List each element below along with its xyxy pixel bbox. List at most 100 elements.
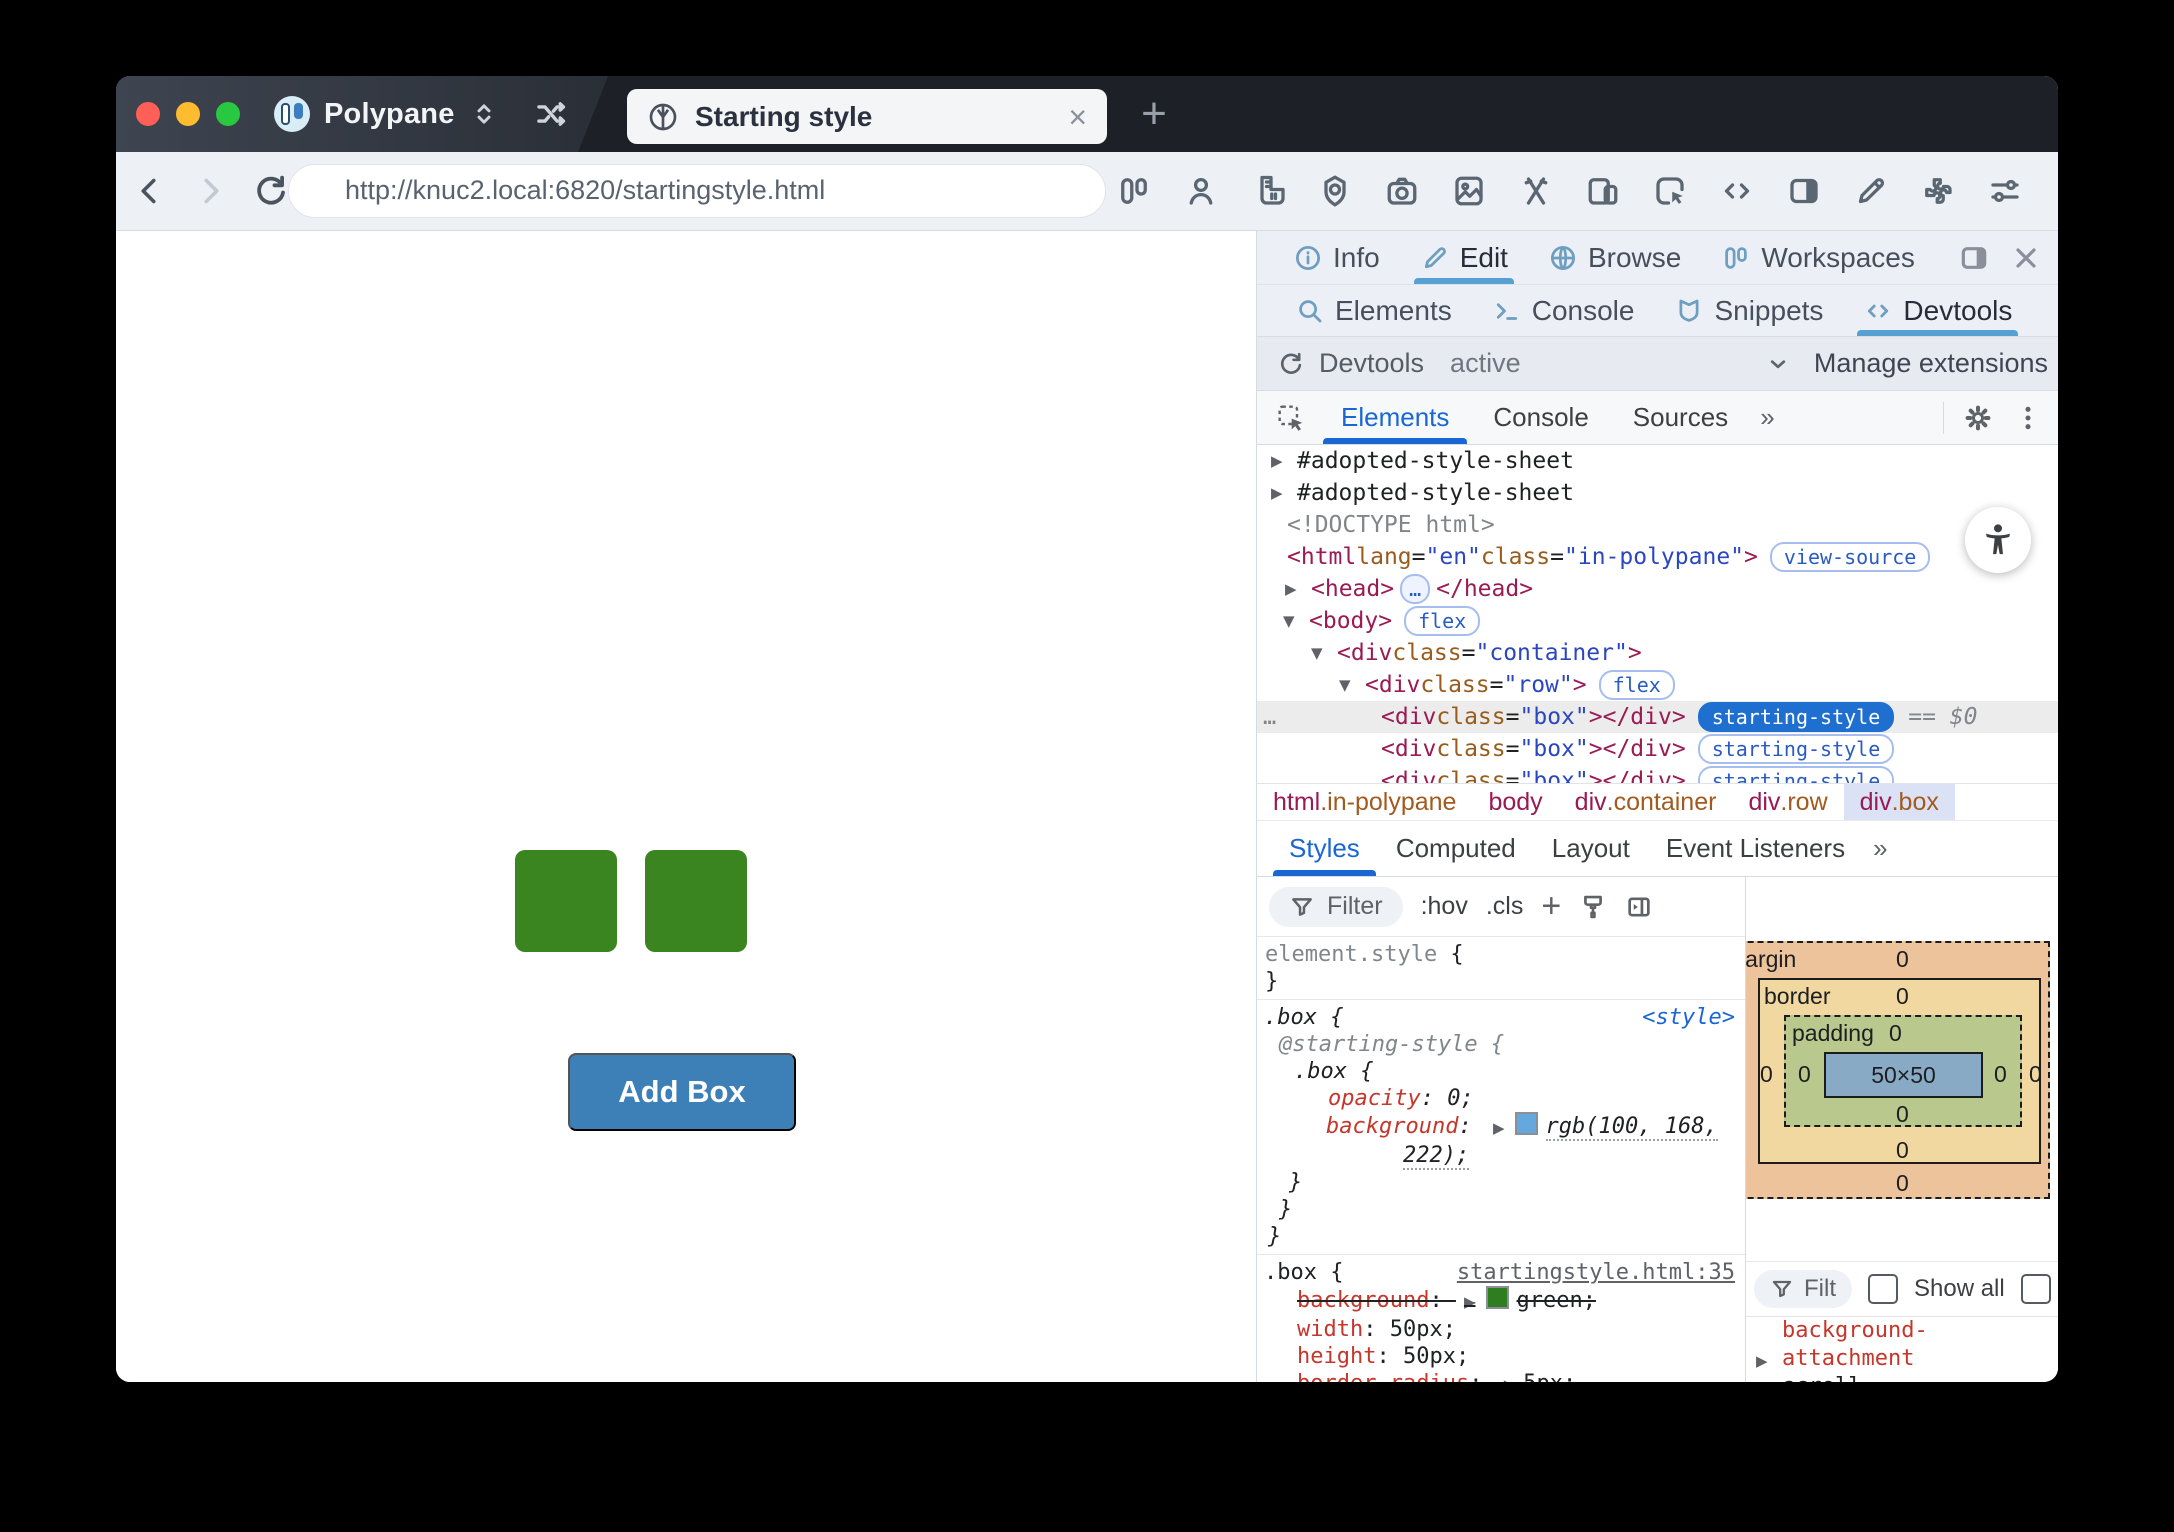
more-tabs-button[interactable]: » xyxy=(1750,402,1784,433)
dom-tree-row[interactable]: ▼<body>flex xyxy=(1257,605,2058,637)
breadcrumb-item[interactable]: div.row xyxy=(1732,784,1843,820)
style-declaration[interactable]: @starting-style { xyxy=(1257,1031,1745,1058)
panel-toggle-icon[interactable] xyxy=(1958,242,1990,274)
expand-arrow-icon[interactable]: ▼ xyxy=(1339,676,1365,694)
badge[interactable]: starting-style xyxy=(1698,734,1895,764)
dom-tree-row[interactable]: <div class="box"></div>starting-style xyxy=(1257,733,2058,765)
expand-arrow-icon[interactable]: ▶ xyxy=(1756,1347,1768,1375)
sidebar-toggle-icon[interactable] xyxy=(1625,893,1653,921)
ruler-icon[interactable] xyxy=(1250,173,1286,209)
show-all-checkbox[interactable] xyxy=(1868,1274,1898,1304)
dom-tree-row[interactable]: ▼<div class="container"> xyxy=(1257,637,2058,669)
back-icon[interactable] xyxy=(132,173,168,209)
expand-arrow-icon[interactable]: ▶ xyxy=(1271,452,1297,470)
close-panel-icon[interactable] xyxy=(2010,242,2042,274)
group-checkbox[interactable] xyxy=(2021,1274,2051,1304)
style-declaration[interactable]: } xyxy=(1257,1196,1745,1223)
panes-icon[interactable] xyxy=(1116,173,1152,209)
expand-arrow-icon[interactable]: ▼ xyxy=(1283,612,1309,630)
badge[interactable]: view-source xyxy=(1770,542,1930,572)
style-declaration[interactable]: } xyxy=(1257,1223,1745,1250)
inspect-pointer-icon[interactable] xyxy=(1652,173,1688,209)
kebab-menu-icon[interactable] xyxy=(2012,402,2044,434)
box-rule[interactable]: .box {startingstyle.html:35background: ▶… xyxy=(1257,1255,1745,1382)
breadcrumb-item[interactable]: html.in-polypane xyxy=(1257,784,1472,820)
dom-tree-row[interactable]: ▶<head>…</head> xyxy=(1257,573,2058,605)
tab-devtools[interactable]: Devtools xyxy=(1849,285,2026,336)
computed-property[interactable]: ▶ background-attachment scroll xyxy=(1746,1317,2058,1382)
new-rule-button[interactable]: + xyxy=(1541,887,1561,926)
badge[interactable]: … xyxy=(1400,574,1430,604)
tab-computed[interactable]: Computed xyxy=(1378,821,1534,876)
tab-elements[interactable]: Elements xyxy=(1281,285,1466,336)
dom-tree-row[interactable]: ▶#adopted-style-sheet xyxy=(1257,477,2058,509)
class-toggle-button[interactable]: .cls xyxy=(1486,892,1524,921)
box-model-diagram[interactable]: 50×50 margin 0 border 0 padding 0 0 0 0 … xyxy=(1746,941,2058,1203)
style-declaration[interactable]: width: 50px; xyxy=(1257,1316,1745,1343)
badge[interactable]: flex xyxy=(1404,606,1480,636)
tab-console[interactable]: Console xyxy=(1478,285,1649,336)
expand-arrow-icon[interactable]: ▼ xyxy=(1311,644,1337,662)
rule-source-link[interactable]: startingstyle.html:35 xyxy=(1457,1259,1735,1286)
style-declaration[interactable]: .box { xyxy=(1257,1058,1745,1085)
style-declaration[interactable]: .box {<style> xyxy=(1257,1004,1745,1031)
hover-state-button[interactable]: :hov xyxy=(1421,892,1468,921)
styles-filter-input[interactable]: Filter xyxy=(1269,887,1403,927)
style-declaration[interactable]: border-radius: ▶5px; xyxy=(1257,1370,1745,1382)
breadcrumb-item[interactable]: div.box xyxy=(1844,784,1955,820)
gear-icon[interactable] xyxy=(1962,402,1994,434)
starting-style-rule[interactable]: .box {<style>@starting-style {.box {opac… xyxy=(1257,1000,1745,1255)
style-declaration[interactable]: height: 50px; xyxy=(1257,1343,1745,1370)
tab-event-listeners[interactable]: Event Listeners xyxy=(1648,821,1863,876)
window-controls[interactable] xyxy=(136,102,240,126)
tab-edit[interactable]: Edit xyxy=(1406,231,1522,284)
element-style-rule[interactable]: element.style {} xyxy=(1257,937,1745,1000)
puzzle-icon[interactable] xyxy=(1920,173,1956,209)
style-declaration[interactable]: background: ▶green; xyxy=(1257,1286,1745,1316)
style-declaration[interactable]: } xyxy=(1257,968,1745,995)
dom-tree-row[interactable]: <div class="box"></div>starting-style xyxy=(1257,765,2058,783)
tab-close-icon[interactable]: × xyxy=(1068,102,1087,132)
panel-right-icon[interactable] xyxy=(1786,173,1822,209)
expand-arrow-icon[interactable]: ▶ xyxy=(1271,484,1297,502)
user-icon[interactable] xyxy=(1183,173,1219,209)
image-icon[interactable] xyxy=(1451,173,1487,209)
shuffle-icon[interactable] xyxy=(531,97,571,131)
minimize-window-button[interactable] xyxy=(176,102,200,126)
tab-layout[interactable]: Layout xyxy=(1534,821,1648,876)
computed-filter-input[interactable]: Filt xyxy=(1754,1270,1852,1308)
dom-tree-row[interactable]: <!DOCTYPE html> xyxy=(1257,509,2058,541)
add-box-button[interactable]: Add Box xyxy=(568,1053,796,1131)
devtools-tab-elements[interactable]: Elements xyxy=(1319,391,1471,444)
devices-icon[interactable] xyxy=(1585,173,1621,209)
dom-tree-row[interactable]: ▶#adopted-style-sheet xyxy=(1257,445,2058,477)
manage-extensions-link[interactable]: Manage extensions xyxy=(1814,348,2048,379)
zoom-window-button[interactable] xyxy=(216,102,240,126)
breadcrumb-item[interactable]: body xyxy=(1472,784,1558,820)
style-declaration[interactable]: .box {startingstyle.html:35 xyxy=(1257,1259,1745,1286)
rule-source-link[interactable]: <style> xyxy=(1642,1004,1735,1031)
tab-styles[interactable]: Styles xyxy=(1271,821,1378,876)
pencil-icon[interactable] xyxy=(1853,173,1889,209)
expand-arrow-icon[interactable]: ▶ xyxy=(1285,580,1311,598)
style-declaration[interactable]: background: ▶rgb(100, 168, xyxy=(1257,1112,1745,1142)
dom-tree-row[interactable]: ▼<div class="row">flex xyxy=(1257,669,2058,701)
badge[interactable]: flex xyxy=(1599,670,1675,700)
tune-icon[interactable] xyxy=(1987,173,2023,209)
style-declaration[interactable]: } xyxy=(1257,1169,1745,1196)
code-icon[interactable] xyxy=(1719,173,1755,209)
devtools-tab-sources[interactable]: Sources xyxy=(1611,391,1750,444)
camera-icon[interactable] xyxy=(1384,173,1420,209)
brush-icon[interactable] xyxy=(1579,893,1607,921)
new-tab-button[interactable]: + xyxy=(1128,88,1180,140)
dom-tree-row[interactable]: <html lang="en" class="in-polypane">view… xyxy=(1257,541,2058,573)
dom-tree-row[interactable]: …<div class="box"></div>starting-style==… xyxy=(1257,701,2058,733)
box-model-content[interactable]: 50×50 xyxy=(1824,1052,1983,1098)
badge[interactable]: starting-style xyxy=(1698,702,1895,732)
tab-info[interactable]: Info xyxy=(1279,231,1394,284)
breadcrumb-item[interactable]: div.container xyxy=(1559,784,1733,820)
browser-tab[interactable]: Starting style × xyxy=(627,89,1107,144)
reload-icon[interactable] xyxy=(252,172,290,210)
tab-workspaces[interactable]: Workspaces xyxy=(1707,231,1929,284)
devtools-tab-console[interactable]: Console xyxy=(1471,391,1610,444)
